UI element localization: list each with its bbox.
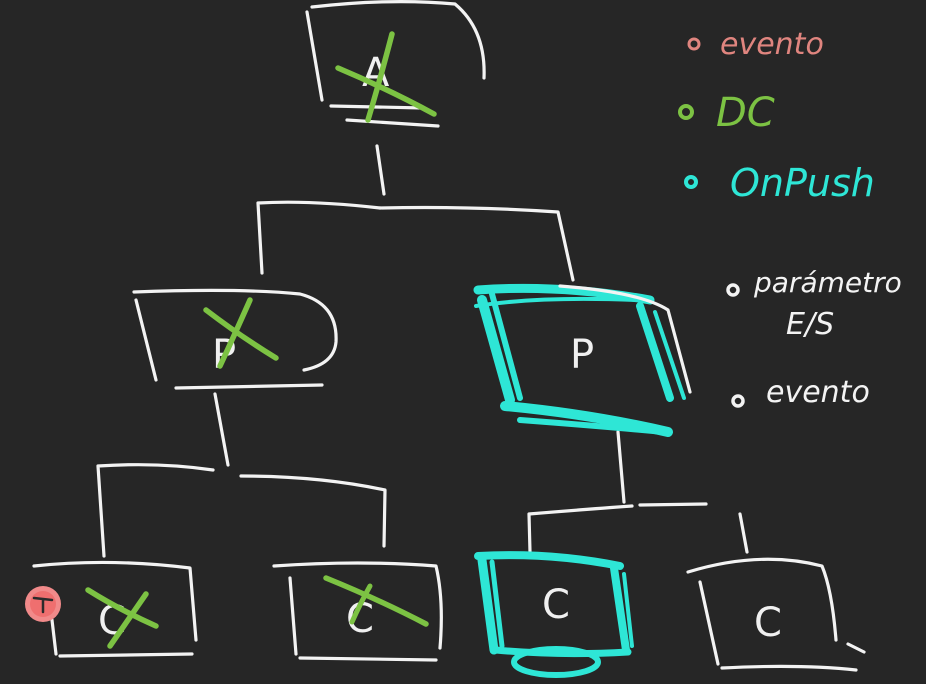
- node-frame: [58, 652, 194, 658]
- event-origin-marker: [25, 586, 61, 622]
- node-frame: [298, 656, 438, 662]
- connector-to-child-1: [96, 463, 215, 558]
- connector-to-child-2: [239, 474, 387, 548]
- note-label: evento: [766, 375, 870, 410]
- note-dot-icon: [731, 394, 745, 408]
- tree-node-right-parent: P: [473, 283, 692, 437]
- node-frame: [305, 10, 324, 102]
- legend-item-evento: evento: [687, 27, 824, 62]
- legend-item-onpush: OnPush: [684, 161, 875, 205]
- note-item-evento: evento: [731, 375, 870, 410]
- legend-dot-icon: [678, 104, 694, 120]
- connector-to-child-4-top: [638, 502, 708, 507]
- node-frame: [720, 664, 858, 672]
- tree-node-child-3: C: [474, 551, 634, 678]
- node-letter: P: [570, 332, 594, 378]
- note-label-line2: E/S: [786, 307, 834, 342]
- node-letter: C: [542, 582, 570, 628]
- node-frame: [329, 104, 425, 110]
- legend-label: DC: [716, 90, 775, 136]
- connector-root-down: [375, 144, 386, 196]
- legend-label: OnPush: [730, 161, 875, 205]
- tree-node-root: A: [305, 0, 486, 128]
- connector-to-left-parent: [256, 200, 382, 275]
- node-frame: [50, 618, 58, 656]
- node-frame: [345, 118, 440, 128]
- legend-dot-icon: [687, 37, 701, 51]
- tree-connectors: [96, 144, 749, 558]
- node-frame: [698, 580, 720, 666]
- connector-to-child-4: [738, 512, 749, 554]
- connector-to-right-parent: [378, 205, 575, 282]
- node-frame: [288, 576, 298, 656]
- tree-node-child-1: C: [25, 560, 198, 658]
- tree-node-child-4: C: [686, 557, 866, 672]
- legend-item-dc: DC: [678, 90, 775, 136]
- tree-node-child-2: C: [272, 561, 443, 662]
- tree-node-left-parent: P: [132, 288, 338, 390]
- node-frame: [134, 298, 158, 382]
- legend-dot-icon: [684, 175, 698, 189]
- node-letter: C: [754, 600, 782, 646]
- note-label: parámetro: [753, 266, 902, 299]
- legend-label: evento: [720, 27, 824, 62]
- dc-cross-mark: [323, 575, 429, 627]
- connector-to-child-3: [527, 504, 634, 554]
- whiteboard-canvas: A P P C C C C evento DC OnPush parámetro…: [25, 0, 902, 678]
- note-item-parametro: parámetro E/S: [726, 266, 902, 342]
- node-frame: [846, 642, 866, 654]
- connector-right-parent-down: [616, 430, 626, 504]
- strategy-legend: evento DC OnPush: [678, 27, 875, 205]
- node-frame: [174, 383, 324, 390]
- trigger-notes: parámetro E/S evento: [726, 266, 902, 410]
- note-dot-icon: [726, 283, 740, 297]
- connector-left-parent-down: [213, 392, 230, 467]
